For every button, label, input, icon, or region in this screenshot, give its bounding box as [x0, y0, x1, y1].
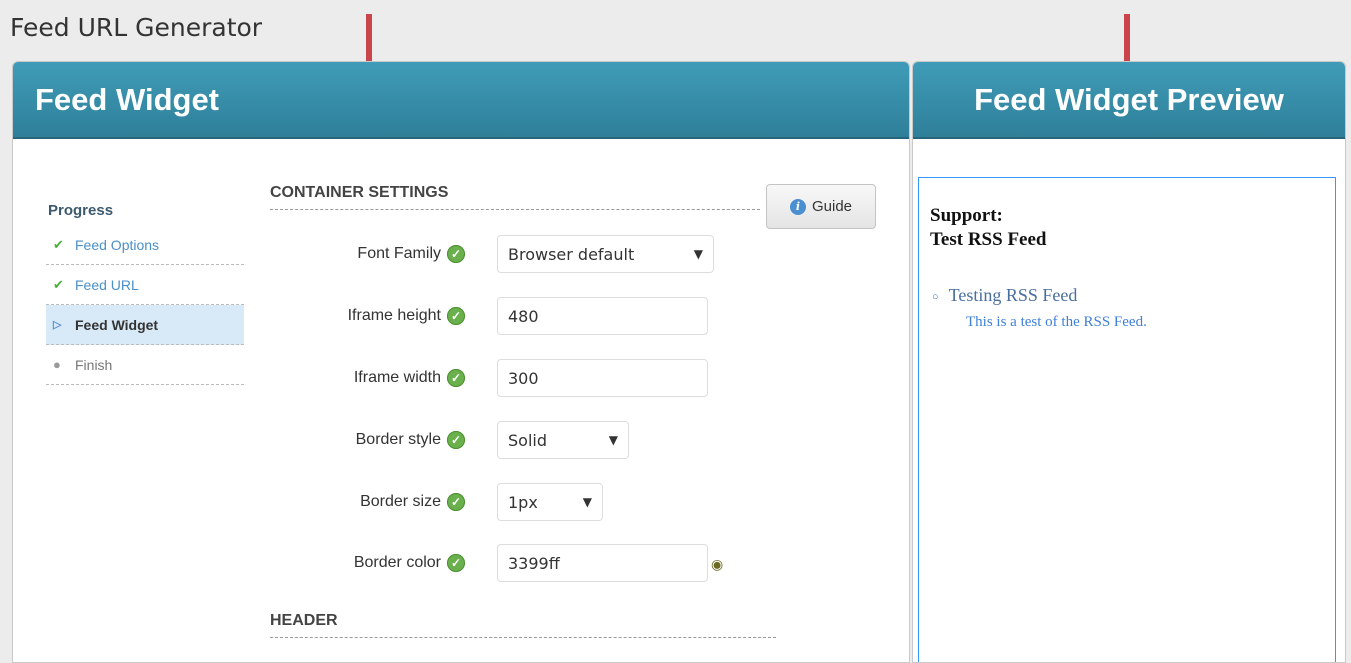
panel-header: Feed Widget: [13, 62, 909, 139]
panel-title: Feed Widget Preview: [974, 81, 1284, 117]
select-value: 1px: [508, 492, 538, 512]
step-label: Feed Options: [75, 236, 160, 253]
color-picker-icon[interactable]: ◉: [711, 556, 723, 573]
bullet-icon: ○: [932, 290, 939, 303]
guide-label: Guide: [811, 198, 853, 215]
iframe-width-row: Iframe width ✓: [270, 359, 465, 397]
annotation-arrow-right: [1118, 14, 1136, 76]
sidebar-item-feed-options[interactable]: ✔ Feed Options: [46, 225, 244, 265]
preview-item-title: Testing RSS Feed: [948, 285, 1078, 305]
check-circle-icon: ✓: [447, 245, 465, 263]
check-circle-icon: ✓: [447, 493, 465, 511]
preview-iframe: Support: Test RSS Feed ○ Testing RSS Feed…: [918, 177, 1336, 662]
preview-title-line-1: Support:: [930, 205, 1003, 226]
header-heading: HEADER: [270, 612, 776, 638]
sidebar-item-finish[interactable]: ● Finish: [46, 345, 244, 385]
dropdown-caret-icon: ▼: [693, 247, 703, 261]
play-icon: ▷: [53, 319, 62, 331]
border-style-row: Border style ✓: [270, 421, 465, 459]
preview-item-link[interactable]: ○ Testing RSS Feed: [932, 285, 1077, 306]
input-value: 3399ff: [508, 553, 560, 573]
panel-header: Feed Widget Preview: [913, 62, 1345, 139]
check-circle-icon: ✓: [447, 307, 465, 325]
border-style-label: Border style: [355, 431, 441, 448]
step-label: Finish: [75, 356, 113, 373]
border-style-select[interactable]: Solid ▼: [497, 421, 629, 459]
select-value: Solid: [508, 430, 547, 450]
dropdown-caret-icon: ▼: [582, 495, 592, 509]
iframe-width-label: Iframe width: [353, 369, 441, 386]
input-value: 480: [508, 306, 539, 326]
border-size-select[interactable]: 1px ▼: [497, 483, 603, 521]
preview-panel: Feed Widget Preview Support: Test RSS Fe…: [912, 61, 1346, 663]
border-size-label: Border size: [360, 493, 441, 510]
border-color-input[interactable]: 3399ff: [497, 544, 708, 582]
iframe-width-input[interactable]: 300: [497, 359, 708, 397]
check-circle-icon: ✓: [447, 554, 465, 572]
preview-item-description: This is a test of the RSS Feed.: [966, 314, 1147, 330]
check-circle-icon: ✓: [447, 431, 465, 449]
border-color-row: Border color ✓: [270, 544, 465, 582]
check-icon: ✔: [53, 276, 64, 292]
font-family-select[interactable]: Browser default ▼: [497, 235, 714, 273]
panel-title: Feed Widget: [35, 81, 220, 117]
container-settings-heading: CONTAINER SETTINGS: [270, 184, 760, 210]
sidebar-item-feed-widget[interactable]: ▷ Feed Widget: [46, 305, 244, 345]
select-value: Browser default: [508, 244, 635, 264]
iframe-height-label: Iframe height: [347, 307, 441, 324]
progress-title: Progress: [48, 202, 114, 219]
font-family-label: Font Family: [357, 245, 441, 262]
progress-sidebar: Progress ✔ Feed Options ✔ Feed URL ▷ Fee…: [46, 202, 244, 385]
iframe-height-input[interactable]: 480: [497, 297, 708, 335]
annotation-arrow-left: [360, 14, 378, 76]
page-title: Feed URL Generator: [10, 13, 263, 42]
circle-icon: ●: [53, 357, 61, 372]
font-family-row: Font Family ✓: [270, 235, 465, 273]
iframe-height-row: Iframe height ✓: [270, 297, 465, 335]
border-color-label: Border color: [353, 554, 441, 571]
check-icon: ✔: [53, 236, 64, 252]
border-size-row: Border size ✓: [270, 483, 465, 521]
preview-title-line-2: Test RSS Feed: [930, 229, 1047, 250]
info-icon: i: [789, 198, 806, 215]
step-label: Feed Widget: [75, 316, 159, 333]
step-label: Feed URL: [75, 276, 139, 293]
preview-feed-title: Support: Test RSS Feed: [930, 204, 1046, 252]
dropdown-caret-icon: ▼: [608, 433, 618, 447]
input-value: 300: [508, 368, 539, 388]
feed-widget-panel: Feed Widget Progress ✔ Feed Options ✔ Fe…: [12, 61, 910, 663]
check-circle-icon: ✓: [447, 369, 465, 387]
sidebar-item-feed-url[interactable]: ✔ Feed URL: [46, 265, 244, 305]
guide-button[interactable]: i Guide: [766, 184, 876, 229]
